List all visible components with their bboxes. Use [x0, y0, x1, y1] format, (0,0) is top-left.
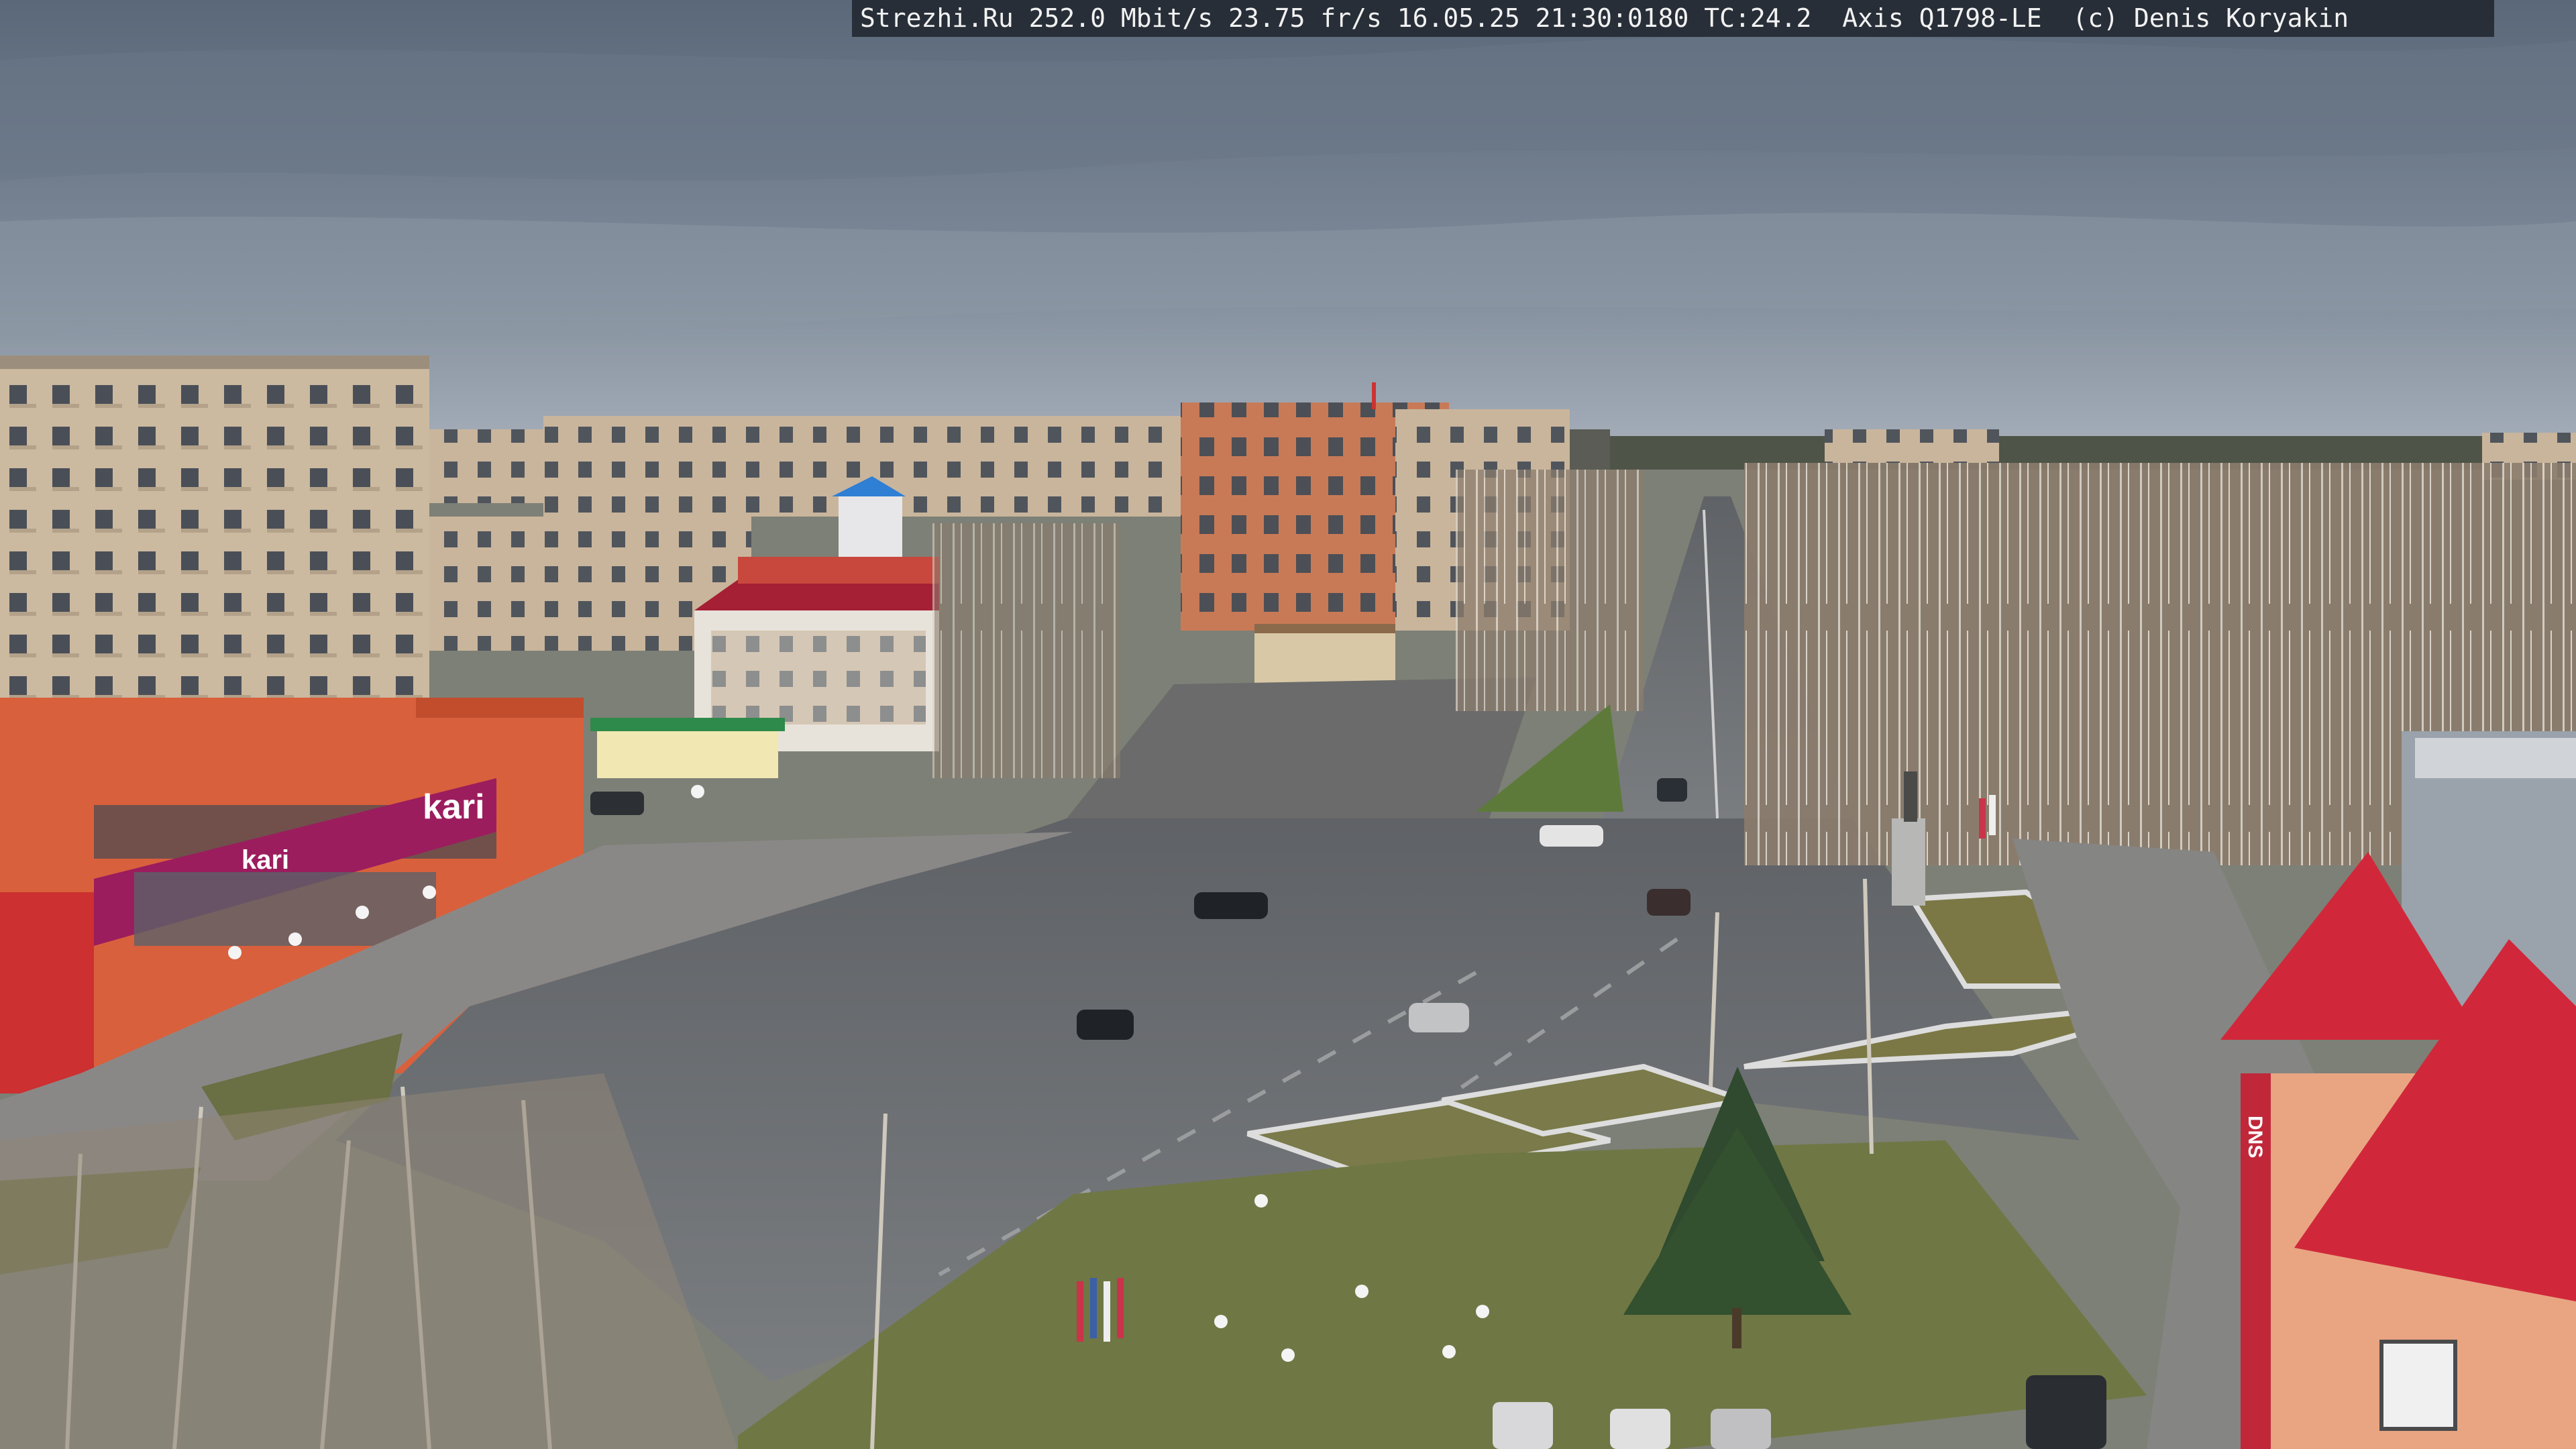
- dns-sign: DNS: [2244, 1116, 2266, 1158]
- red-roof-annex: [738, 557, 939, 584]
- monument-statue: [1904, 771, 1917, 822]
- birch-grove-center: [932, 523, 1120, 778]
- dns-window: [2379, 1340, 2457, 1431]
- antenna: [1372, 382, 1376, 409]
- kari-sign-big: kari: [423, 788, 485, 826]
- kari-sign-small: kari: [241, 845, 289, 875]
- shopping-center-glass: [134, 872, 436, 946]
- pine-trunk: [1732, 1308, 1741, 1348]
- apartment-block-far: [429, 429, 550, 503]
- monument-pedestal: [1892, 818, 1925, 906]
- camera-info-overlay: Strezhi.Ru 252.0 Mbit/s 23.75 fr/s 16.05…: [852, 0, 2494, 37]
- left-apartment-roof: [0, 356, 429, 369]
- pavilion: [1254, 631, 1395, 684]
- webcam-scene: kari kari DNS: [0, 0, 2576, 1449]
- green-kiosk: [597, 724, 778, 778]
- pavilion-roof: [1254, 624, 1395, 633]
- apartment-block-far: [1825, 429, 1999, 463]
- shopping-center-red-wing: [0, 892, 94, 1093]
- birch-forest-left: [1456, 470, 1644, 711]
- shopping-center-upper: [416, 698, 584, 718]
- grey-office-roof: [2415, 738, 2576, 778]
- blue-tower: [839, 496, 902, 557]
- hotel-windows: [711, 631, 926, 724]
- green-kiosk-roof: [590, 718, 785, 731]
